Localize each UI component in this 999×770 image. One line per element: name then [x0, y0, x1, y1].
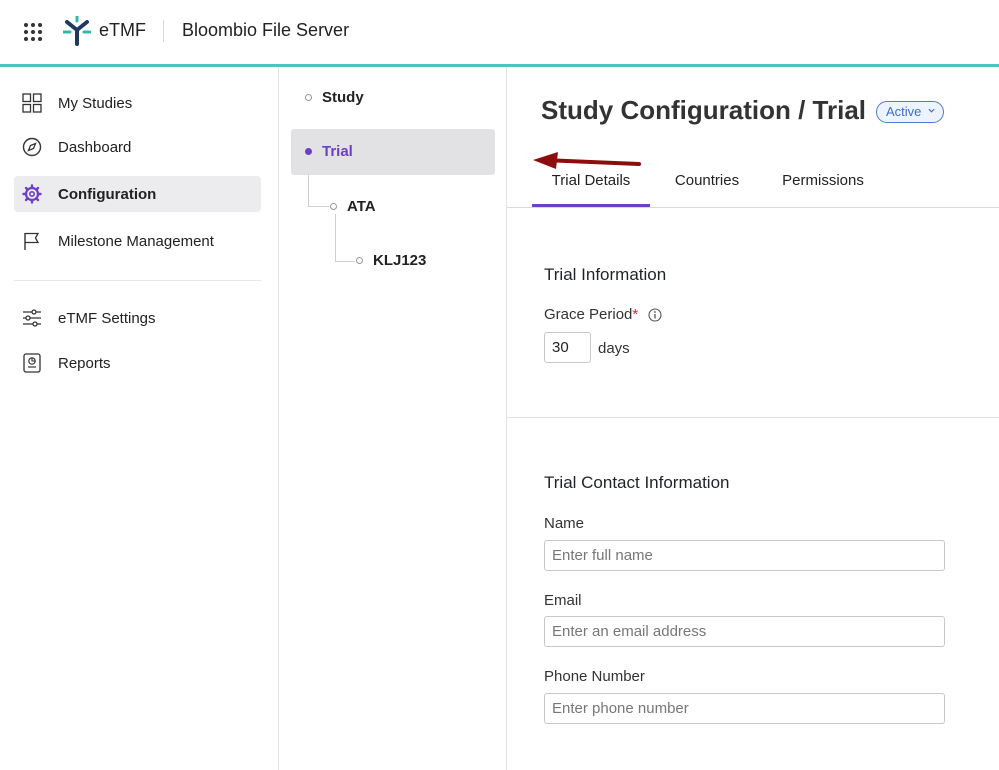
tree-item-label: Trial	[322, 143, 353, 160]
phone-field[interactable]	[544, 693, 945, 724]
header-divider	[163, 20, 164, 42]
name-field[interactable]	[544, 540, 945, 571]
tab-permissions[interactable]: Permissions	[775, 163, 871, 207]
email-field[interactable]	[544, 616, 945, 647]
tree-node-dot	[356, 257, 363, 264]
email-label: Email	[544, 592, 582, 609]
section-divider	[507, 417, 999, 418]
chevron-down-icon	[928, 108, 935, 113]
status-badge[interactable]: Active	[876, 101, 945, 123]
etmf-logo-icon	[63, 16, 91, 46]
tree-connector	[308, 175, 309, 206]
grid-icon	[22, 93, 42, 113]
tree-item-klj123[interactable]: KLJ123	[345, 238, 495, 284]
compass-icon	[22, 137, 42, 157]
tree-item-study[interactable]: Study	[291, 75, 495, 121]
required-marker: *	[632, 306, 639, 323]
tab-countries[interactable]: Countries	[667, 163, 747, 207]
sidebar-item-label: eTMF Settings	[58, 309, 156, 327]
report-icon	[23, 353, 41, 373]
sidebar-item-label: Reports	[58, 354, 111, 372]
sidebar-item-my-studies[interactable]: My Studies	[14, 85, 261, 121]
trial-information-heading: Trial Information	[544, 265, 667, 284]
tree-node-dot	[305, 94, 312, 101]
sidebar-item-configuration[interactable]: Configuration	[14, 176, 261, 212]
top-header: eTMF Bloombio File Server	[0, 0, 999, 64]
main-content: Study Configuration / Trial Active Trial…	[507, 67, 999, 770]
tree-item-trial[interactable]: Trial	[291, 129, 495, 175]
sidebar-item-label: My Studies	[58, 94, 133, 112]
sidebar-item-milestone-management[interactable]: Milestone Management	[14, 223, 261, 259]
phone-label: Phone Number	[544, 668, 645, 685]
tree-node-dot	[305, 148, 312, 155]
annotation-arrow-icon	[533, 152, 641, 169]
sliders-icon	[23, 309, 41, 327]
trial-contact-heading: Trial Contact Information	[544, 473, 730, 492]
tree-node-dot	[330, 203, 337, 210]
app-title: Bloombio File Server	[182, 20, 350, 40]
tree-item-ata[interactable]: ATA	[319, 184, 495, 230]
gear-icon	[22, 184, 42, 204]
page-title: Study Configuration / Trial	[541, 95, 866, 125]
sidebar-item-label: Configuration	[58, 185, 157, 203]
brand-name: eTMF	[99, 20, 146, 40]
tree-item-label: KLJ123	[373, 252, 427, 269]
sidebar-item-dashboard[interactable]: Dashboard	[14, 129, 261, 165]
grace-period-input[interactable]	[544, 332, 591, 363]
sidebar: My Studies Dashboard Configuration Miles…	[0, 67, 279, 770]
flag-icon	[24, 232, 40, 250]
tree-item-label: Study	[322, 89, 364, 106]
grace-period-unit: days	[598, 340, 630, 357]
info-icon[interactable]	[648, 308, 662, 322]
grace-period-label-text: Grace Period	[544, 306, 633, 323]
tree-item-label: ATA	[347, 198, 376, 215]
sidebar-item-reports[interactable]: Reports	[14, 345, 261, 381]
sidebar-item-label: Dashboard	[58, 138, 132, 156]
sidebar-item-label: Milestone Management	[58, 232, 214, 250]
sidebar-divider	[14, 280, 261, 281]
name-label: Name	[544, 515, 585, 532]
study-tree-panel: Study Trial ATA KLJ123	[279, 67, 507, 770]
status-badge-label: Active	[886, 104, 922, 119]
sidebar-item-etmf-settings[interactable]: eTMF Settings	[14, 300, 261, 336]
app-launcher-icon[interactable]	[24, 23, 42, 41]
grace-period-label: Grace Period*	[544, 306, 662, 323]
